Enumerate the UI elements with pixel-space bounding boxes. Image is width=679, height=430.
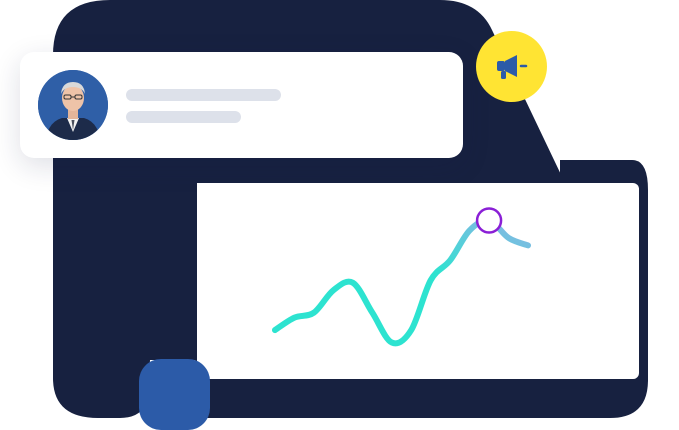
- profile-card: [20, 52, 463, 158]
- megaphone-badge: [476, 31, 547, 102]
- line-chart: [272, 207, 531, 347]
- megaphone-icon: [496, 54, 527, 79]
- series-line: [272, 217, 531, 347]
- name-placeholder-line: [126, 89, 281, 101]
- subtitle-placeholder-line: [126, 111, 241, 123]
- highlight-point-marker: [475, 207, 503, 234]
- avatar: [38, 70, 108, 140]
- blue-accent-square: [139, 359, 210, 430]
- chart-card: [197, 183, 639, 379]
- person-photo-icon: [38, 70, 108, 140]
